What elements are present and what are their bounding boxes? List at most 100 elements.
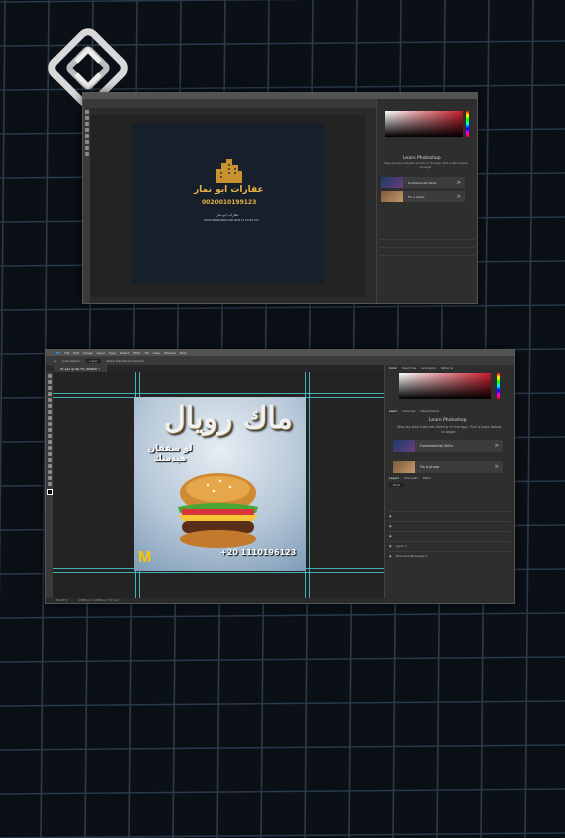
card-label: Fundamental Skills bbox=[408, 180, 437, 185]
tab-layers[interactable]: Layers bbox=[389, 476, 399, 480]
grid-line bbox=[0, 700, 565, 707]
stamp-tool-icon[interactable] bbox=[47, 422, 52, 426]
color-picker[interactable] bbox=[385, 111, 463, 137]
tab-paths[interactable]: Paths bbox=[423, 476, 431, 480]
menu-window[interactable]: Window bbox=[164, 351, 176, 355]
layers-panel-tabs: Layers Channels Paths bbox=[389, 476, 431, 480]
magic-wand-tool-icon[interactable] bbox=[47, 392, 52, 396]
layer-row[interactable]: ◉ bbox=[389, 511, 510, 519]
menu-select[interactable]: Select bbox=[120, 351, 129, 355]
layer-row[interactable]: ◉ Layer 1 bbox=[389, 541, 510, 549]
brush-tool-icon[interactable] bbox=[84, 140, 89, 144]
auto-select-target[interactable]: Layer bbox=[86, 358, 101, 363]
burger-image bbox=[178, 473, 258, 548]
menu-edit[interactable]: Edit bbox=[73, 351, 79, 355]
poster-title: ماك رويال bbox=[164, 401, 293, 436]
marquee-tool-icon[interactable] bbox=[47, 380, 52, 384]
lasso-tool-icon[interactable] bbox=[47, 386, 52, 390]
dodge-tool-icon[interactable] bbox=[47, 446, 52, 450]
layer-row[interactable]: ◉ bbox=[389, 531, 510, 539]
poster-subtitle-1: لو سفقان bbox=[147, 444, 193, 454]
type-tool-icon[interactable] bbox=[47, 458, 52, 462]
tab-color[interactable]: Color bbox=[389, 366, 397, 370]
lasso-tool-icon[interactable] bbox=[84, 122, 89, 126]
menu-help[interactable]: Help bbox=[180, 351, 187, 355]
marquee-tool-icon[interactable] bbox=[84, 116, 89, 120]
shape-tool-icon[interactable] bbox=[47, 470, 52, 474]
eye-icon[interactable]: ◉ bbox=[389, 544, 392, 548]
layer-name: Rounded Rectangle 1 bbox=[395, 553, 428, 558]
card-fix-photo[interactable]: Fix a photo > bbox=[381, 191, 465, 202]
layer-filter-kind[interactable]: Kind bbox=[389, 483, 404, 487]
zoom-tool-icon[interactable] bbox=[47, 482, 52, 486]
menu-3d[interactable]: 3D bbox=[145, 351, 149, 355]
eraser-tool-icon[interactable] bbox=[47, 434, 52, 438]
card-fundamental-skills[interactable]: Fundamental Skills > bbox=[393, 440, 503, 452]
tab-libraries[interactable]: Libraries bbox=[402, 409, 415, 413]
chevron-right-icon: > bbox=[456, 193, 461, 200]
pen-tool-icon[interactable] bbox=[47, 452, 52, 456]
menu-filter[interactable]: Filter bbox=[133, 351, 140, 355]
eye-icon[interactable]: ◉ bbox=[389, 514, 392, 518]
guide-line bbox=[53, 572, 384, 573]
photoshop-window-top: عقارات ابو نمار 0020010199123 عقارات ابو… bbox=[82, 92, 478, 304]
card-fix-photo[interactable]: Fix a photo > bbox=[393, 461, 503, 473]
grid-line bbox=[0, 612, 565, 619]
ps-logo: PS bbox=[56, 351, 61, 355]
card-label: Fix a photo bbox=[408, 194, 425, 199]
home-icon[interactable]: ⌂ bbox=[54, 359, 56, 363]
crop-tool-icon[interactable] bbox=[84, 128, 89, 132]
eye-icon[interactable]: ◉ bbox=[389, 524, 392, 528]
hue-slider[interactable] bbox=[466, 111, 469, 137]
move-tool-icon[interactable] bbox=[47, 374, 52, 378]
guide-line bbox=[309, 372, 310, 598]
poster-canvas[interactable]: ماك رويال لو سفقان هيدمنك +20 1110196123… bbox=[134, 397, 306, 571]
menu-layer[interactable]: Layer bbox=[97, 351, 105, 355]
type-tool-icon[interactable] bbox=[84, 152, 89, 156]
document-canvas[interactable]: عقارات ابو نمار 0020010199123 عقارات ابو… bbox=[132, 123, 324, 283]
layer-row[interactable]: ◉ Rounded Rectangle 1 bbox=[389, 551, 510, 559]
menu-image[interactable]: Image bbox=[83, 351, 92, 355]
eyedropper-tool-icon[interactable] bbox=[84, 134, 89, 138]
layer-row[interactable] bbox=[379, 247, 475, 255]
brand-small-name: عقارات ابو نمار bbox=[216, 213, 239, 217]
canvas-area: ماك رويال لو سفقان هيدمنك +20 1110196123… bbox=[53, 372, 384, 598]
color-picker[interactable] bbox=[399, 373, 491, 399]
document-tabs: 01.psd @ 66.7% (RGB/8) * bbox=[54, 365, 384, 372]
tab-channels[interactable]: Channels bbox=[404, 476, 418, 480]
move-tool-icon[interactable] bbox=[84, 110, 89, 114]
tool-bar bbox=[83, 108, 90, 303]
eraser-tool-icon[interactable] bbox=[84, 146, 89, 150]
right-panel: Color Swatches Gradients Patterns Learn … bbox=[384, 365, 514, 603]
history-brush-icon[interactable] bbox=[47, 428, 52, 432]
zoom-level[interactable]: 66.67% bbox=[56, 598, 67, 602]
eyedropper-tool-icon[interactable] bbox=[47, 404, 52, 408]
path-selection-icon[interactable] bbox=[47, 464, 52, 468]
layer-row[interactable]: ◉ bbox=[389, 521, 510, 529]
eye-icon[interactable]: ◉ bbox=[389, 554, 392, 558]
tab-patterns[interactable]: Patterns bbox=[441, 366, 453, 370]
crop-tool-icon[interactable] bbox=[47, 398, 52, 402]
tab-gradients[interactable]: Gradients bbox=[421, 366, 436, 370]
show-transform-controls[interactable]: Show Transform Controls bbox=[107, 359, 144, 363]
layer-row[interactable] bbox=[379, 239, 475, 247]
hand-tool-icon[interactable] bbox=[47, 476, 52, 480]
menu-type[interactable]: Type bbox=[109, 351, 116, 355]
eye-icon[interactable]: ◉ bbox=[389, 534, 392, 538]
menu-file[interactable]: File bbox=[64, 351, 69, 355]
tab-document[interactable]: 01.psd @ 66.7% (RGB/8) * bbox=[54, 365, 107, 372]
gradient-tool-icon[interactable] bbox=[47, 440, 52, 444]
tab-adjustments[interactable]: Adjustments bbox=[420, 409, 439, 413]
healing-tool-icon[interactable] bbox=[47, 410, 52, 414]
document-size: 1080 px x 1080 px (72 ppi) bbox=[78, 598, 120, 602]
auto-select-label[interactable]: Auto-Select: bbox=[62, 359, 80, 363]
hue-slider[interactable] bbox=[497, 373, 500, 399]
layer-row[interactable] bbox=[379, 255, 475, 263]
learn-subtitle: Step-by-step tutorials directly in the a… bbox=[384, 161, 468, 169]
tab-swatches[interactable]: Swatches bbox=[402, 366, 416, 370]
menu-view[interactable]: View bbox=[153, 351, 160, 355]
card-fundamental-skills[interactable]: Fundamental Skills > bbox=[381, 177, 465, 188]
brush-tool-icon[interactable] bbox=[47, 416, 52, 420]
status-bar: 66.67% 1080 px x 1080 px (72 ppi) bbox=[46, 598, 385, 603]
tab-learn[interactable]: Learn bbox=[389, 409, 397, 413]
